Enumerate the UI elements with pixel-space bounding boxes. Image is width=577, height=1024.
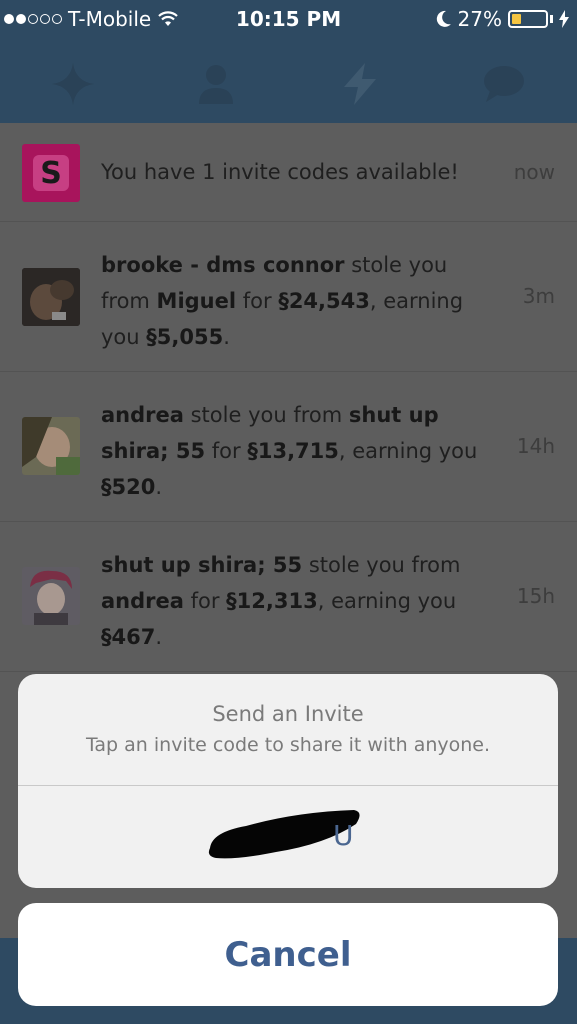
- avatar: [22, 417, 80, 475]
- activity-text: andrea stole you from shut up shira; 55 …: [101, 403, 478, 499]
- invite-notice-text: You have 1 invite codes available!: [101, 160, 459, 184]
- timestamp: now: [513, 160, 555, 184]
- list-item[interactable]: shut up shira; 55 stole you from andrea …: [0, 522, 577, 672]
- invite-code-option[interactable]: U: [18, 786, 558, 888]
- activity-feed: S You have 1 invite codes available! now…: [0, 123, 577, 1024]
- cancel-button[interactable]: Cancel: [18, 903, 558, 1006]
- avatar: [22, 268, 80, 326]
- timestamp: 15h: [516, 584, 555, 608]
- sheet-title: Send an Invite: [212, 702, 364, 726]
- tab-discover[interactable]: [51, 62, 95, 106]
- invite-action-sheet: Send an Invite Tap an invite code to sha…: [18, 674, 558, 888]
- person-icon: [199, 65, 233, 104]
- activity-text: shut up shira; 55 stole you from andrea …: [101, 553, 461, 649]
- battery-level: [512, 14, 521, 24]
- timestamp: 3m: [522, 284, 555, 308]
- activity-text: brooke - dms connor stole you from Migue…: [101, 253, 464, 349]
- invite-code-text: U: [333, 819, 354, 852]
- list-item[interactable]: brooke - dms connor stole you from Migue…: [0, 222, 577, 372]
- moon-icon: [436, 10, 451, 27]
- battery-percent: 27%: [457, 7, 502, 31]
- avatar: [22, 567, 80, 625]
- status-bar: T-Mobile 10:15 PM 27%: [0, 0, 577, 40]
- sheet-message: Tap an invite code to share it with anyo…: [85, 734, 491, 756]
- tab-activity[interactable]: [338, 62, 382, 106]
- battery-icon: [508, 10, 548, 28]
- tab-messages[interactable]: [482, 62, 526, 106]
- chat-bubble-icon: [484, 66, 524, 102]
- battery-cap: [550, 15, 553, 23]
- invite-notice-row[interactable]: S You have 1 invite codes available! now: [0, 123, 577, 222]
- tab-bar: [0, 40, 577, 123]
- sparkle-icon: [52, 63, 94, 105]
- tab-profile[interactable]: [194, 62, 238, 106]
- charging-bolt-icon: [559, 10, 569, 28]
- list-item[interactable]: andrea stole you from shut up shira; 55 …: [0, 372, 577, 522]
- lightning-icon: [344, 63, 376, 105]
- battery-group: 27%: [436, 7, 569, 31]
- timestamp: 14h: [516, 434, 555, 458]
- app-logo-icon: S: [22, 144, 80, 202]
